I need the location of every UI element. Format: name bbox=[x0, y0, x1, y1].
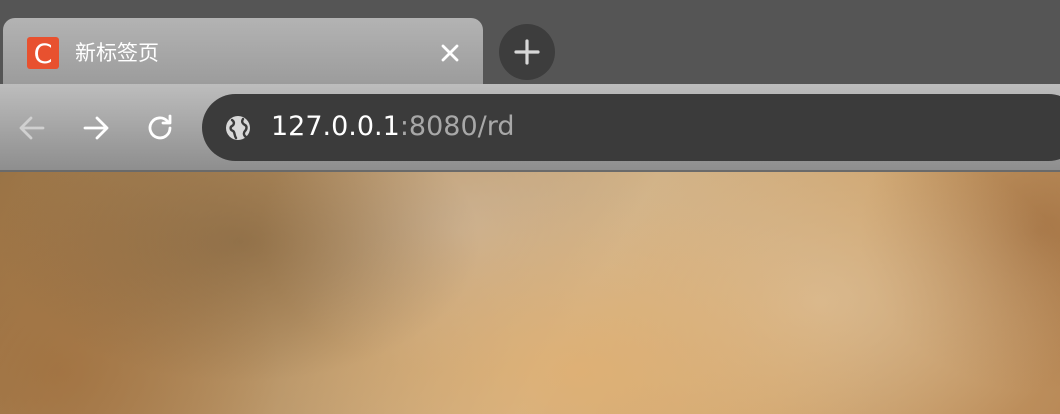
url-path: :8080/rd bbox=[399, 111, 515, 142]
address-bar[interactable]: 127.0.0.1:8080/rd bbox=[202, 94, 1060, 161]
url-text: 127.0.0.1:8080/rd bbox=[271, 110, 515, 144]
reload-button[interactable] bbox=[140, 108, 180, 148]
forward-button[interactable] bbox=[76, 108, 116, 148]
back-button[interactable] bbox=[12, 108, 52, 148]
arrow-right-icon bbox=[83, 116, 109, 140]
tab-title: 新标签页 bbox=[75, 41, 159, 65]
arrow-left-icon bbox=[19, 116, 45, 140]
browser-tab[interactable]: C 新标签页 bbox=[3, 18, 483, 84]
browser-toolbar: 127.0.0.1:8080/rd bbox=[0, 84, 1060, 172]
new-tab-button[interactable] bbox=[499, 24, 555, 80]
favicon-icon: C bbox=[27, 37, 59, 69]
page-content bbox=[0, 172, 1060, 414]
url-host: 127.0.0.1 bbox=[271, 111, 400, 142]
reload-icon bbox=[148, 114, 172, 140]
close-icon[interactable] bbox=[435, 38, 465, 68]
tab-strip: C 新标签页 bbox=[0, 0, 1060, 84]
plus-icon bbox=[514, 39, 540, 65]
globe-icon[interactable] bbox=[224, 114, 252, 142]
svg-text:C: C bbox=[34, 39, 53, 69]
